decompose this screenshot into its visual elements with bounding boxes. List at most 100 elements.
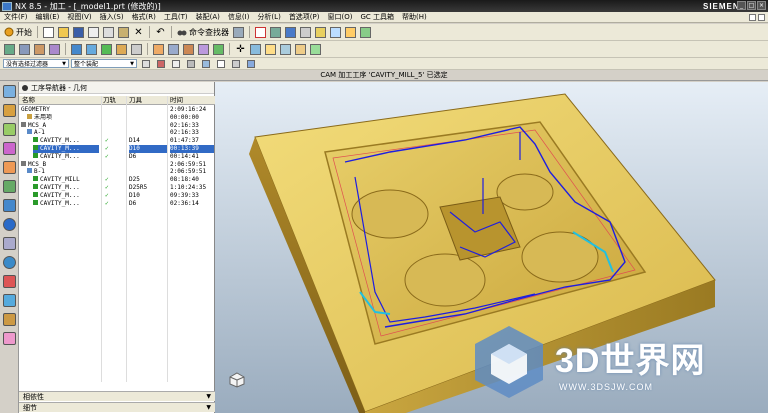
shop-doc-icon[interactable]: [130, 43, 143, 56]
details-panel[interactable]: 细节 ▼: [19, 402, 215, 412]
menu-format[interactable]: 格式(R): [128, 12, 160, 22]
menu-analysis[interactable]: 分析(L): [253, 12, 284, 22]
create-tool-icon[interactable]: [167, 43, 180, 56]
roles-icon[interactable]: [2, 275, 16, 288]
snap-quadrant-icon[interactable]: [214, 57, 227, 70]
undo-icon[interactable]: ↶: [154, 26, 167, 39]
clock-icon[interactable]: [2, 256, 16, 269]
program-order-view-icon[interactable]: [3, 43, 16, 56]
column-path[interactable]: 刀轨: [103, 96, 116, 105]
ie-browser-icon[interactable]: [2, 199, 16, 212]
view-cube-icon[interactable]: [244, 57, 257, 70]
operation-row[interactable]: CAVITY_M... ✓ D6 00:14:41: [19, 152, 215, 161]
cut-icon[interactable]: [87, 26, 100, 39]
create-geometry-icon[interactable]: [182, 43, 195, 56]
shaded-cube-icon[interactable]: [284, 26, 297, 39]
postprocess-icon[interactable]: [115, 43, 128, 56]
snap-point-icon[interactable]: ✛: [234, 43, 247, 56]
analysis-icon[interactable]: [309, 43, 322, 56]
create-operation-icon[interactable]: [212, 43, 225, 56]
feature-ops-icon[interactable]: [249, 43, 262, 56]
history-icon[interactable]: [2, 180, 16, 193]
operation-row[interactable]: B-1 2:06:59:51: [19, 168, 215, 176]
operation-row[interactable]: CAVITY_M... ✓ D25R5 1:10:24:35: [19, 183, 215, 192]
edit-object-icon[interactable]: [264, 43, 277, 56]
part-navigator-icon[interactable]: [2, 123, 16, 136]
generate-toolpath-icon[interactable]: [70, 43, 83, 56]
snap-end-icon[interactable]: [154, 57, 167, 70]
copy-icon[interactable]: [102, 26, 115, 39]
method-view-icon[interactable]: [48, 43, 61, 56]
geometry-view-icon[interactable]: [33, 43, 46, 56]
snap-mid-icon[interactable]: [169, 57, 182, 70]
menu-view[interactable]: 视图(V): [63, 12, 95, 22]
maximize-button[interactable]: □: [747, 1, 756, 10]
create-method-icon[interactable]: [197, 43, 210, 56]
information-icon[interactable]: [2, 218, 16, 231]
zoom-icon[interactable]: [329, 26, 342, 39]
snap-intersect-icon[interactable]: [229, 57, 242, 70]
assembly-navigator-icon[interactable]: [2, 85, 16, 98]
create-program-icon[interactable]: [152, 43, 165, 56]
snap-grid-icon[interactable]: [254, 26, 267, 39]
start-button[interactable]: 开始: [3, 26, 33, 39]
selection-filter-dropdown[interactable]: 没有选择过滤器 ▼: [3, 59, 69, 68]
close-doc-icon[interactable]: [758, 13, 765, 21]
render-style-icon[interactable]: [299, 26, 312, 39]
pin-icon[interactable]: [22, 84, 28, 91]
operation-row[interactable]: CAVITY_M... ✓ D6 02:36:14: [19, 199, 215, 208]
operation-row[interactable]: MCS_A 02:16:33: [19, 121, 215, 130]
operation-row[interactable]: CAVITY_M... ✓ D10 00:13:39: [19, 144, 215, 153]
transform-icon[interactable]: [279, 43, 292, 56]
system-scenes-icon[interactable]: [2, 294, 16, 307]
operation-row[interactable]: 未用项 00:00:00: [19, 113, 215, 122]
minimize-button[interactable]: _: [737, 1, 746, 10]
snap-center-icon[interactable]: [184, 57, 197, 70]
column-name[interactable]: 名称: [22, 96, 35, 105]
close-button[interactable]: ×: [757, 1, 766, 10]
operation-row[interactable]: CAVITY_M... ✓ D10 09:39:33: [19, 191, 215, 200]
layer-icon[interactable]: [269, 26, 282, 39]
machine-tool-view-icon[interactable]: [18, 43, 31, 56]
menu-tools[interactable]: 工具(T): [160, 12, 192, 22]
operation-row[interactable]: CAVITY_MILL ✓ D25 08:18:40: [19, 176, 215, 184]
menu-file[interactable]: 文件(F): [0, 12, 32, 22]
menu-window[interactable]: 窗口(O): [324, 12, 357, 22]
snap-point-on-curve-icon[interactable]: [199, 57, 212, 70]
paint-icon[interactable]: [2, 332, 16, 345]
column-tool[interactable]: 刀具: [129, 96, 142, 105]
paste-icon[interactable]: [117, 26, 130, 39]
dependencies-panel[interactable]: 相依性 ▼: [19, 391, 215, 401]
fit-view-icon[interactable]: [232, 26, 245, 39]
operation-row[interactable]: CAVITY_M... ✓ D14 01:47:37: [19, 137, 215, 145]
select-all-icon[interactable]: [139, 57, 152, 70]
delete-icon[interactable]: ✕: [132, 26, 145, 39]
pan-icon[interactable]: [359, 26, 372, 39]
menu-preferences[interactable]: 首选项(P): [285, 12, 324, 22]
save-icon[interactable]: [72, 26, 85, 39]
column-time[interactable]: 时间: [170, 96, 183, 105]
menu-insert[interactable]: 插入(S): [96, 12, 128, 22]
rotate-icon[interactable]: [344, 26, 357, 39]
palette-icon[interactable]: [2, 313, 16, 326]
orient-view-icon[interactable]: [314, 26, 327, 39]
process-studio-icon[interactable]: [2, 237, 16, 250]
restore-icon[interactable]: [749, 13, 756, 21]
reuse-library-icon[interactable]: [2, 142, 16, 155]
operation-navigator-icon[interactable]: [2, 104, 16, 117]
open-file-icon[interactable]: [57, 26, 70, 39]
command-finder-button[interactable]: 命令查找器: [176, 26, 230, 39]
menu-information[interactable]: 信息(I): [224, 12, 254, 22]
verify-toolpath-icon[interactable]: [100, 43, 113, 56]
assembly-scope-dropdown[interactable]: 整个装配 ▼: [71, 59, 137, 68]
operation-row[interactable]: A-1 02:16:33: [19, 129, 215, 137]
graphics-window[interactable]: 3D世界网 WWW.3DSJW.COM: [215, 82, 768, 413]
machine-navigator-icon[interactable]: [2, 161, 16, 174]
menu-help[interactable]: 帮助(H): [398, 12, 431, 22]
new-file-icon[interactable]: [42, 26, 55, 39]
operation-row[interactable]: MCS_B 2:06:59:51: [19, 160, 215, 169]
menu-assemblies[interactable]: 装配(A): [192, 12, 224, 22]
measure-icon[interactable]: [294, 43, 307, 56]
menu-edit[interactable]: 编辑(E): [32, 12, 64, 22]
operation-row[interactable]: GEOMETRY 2:09:16:24: [19, 106, 215, 114]
